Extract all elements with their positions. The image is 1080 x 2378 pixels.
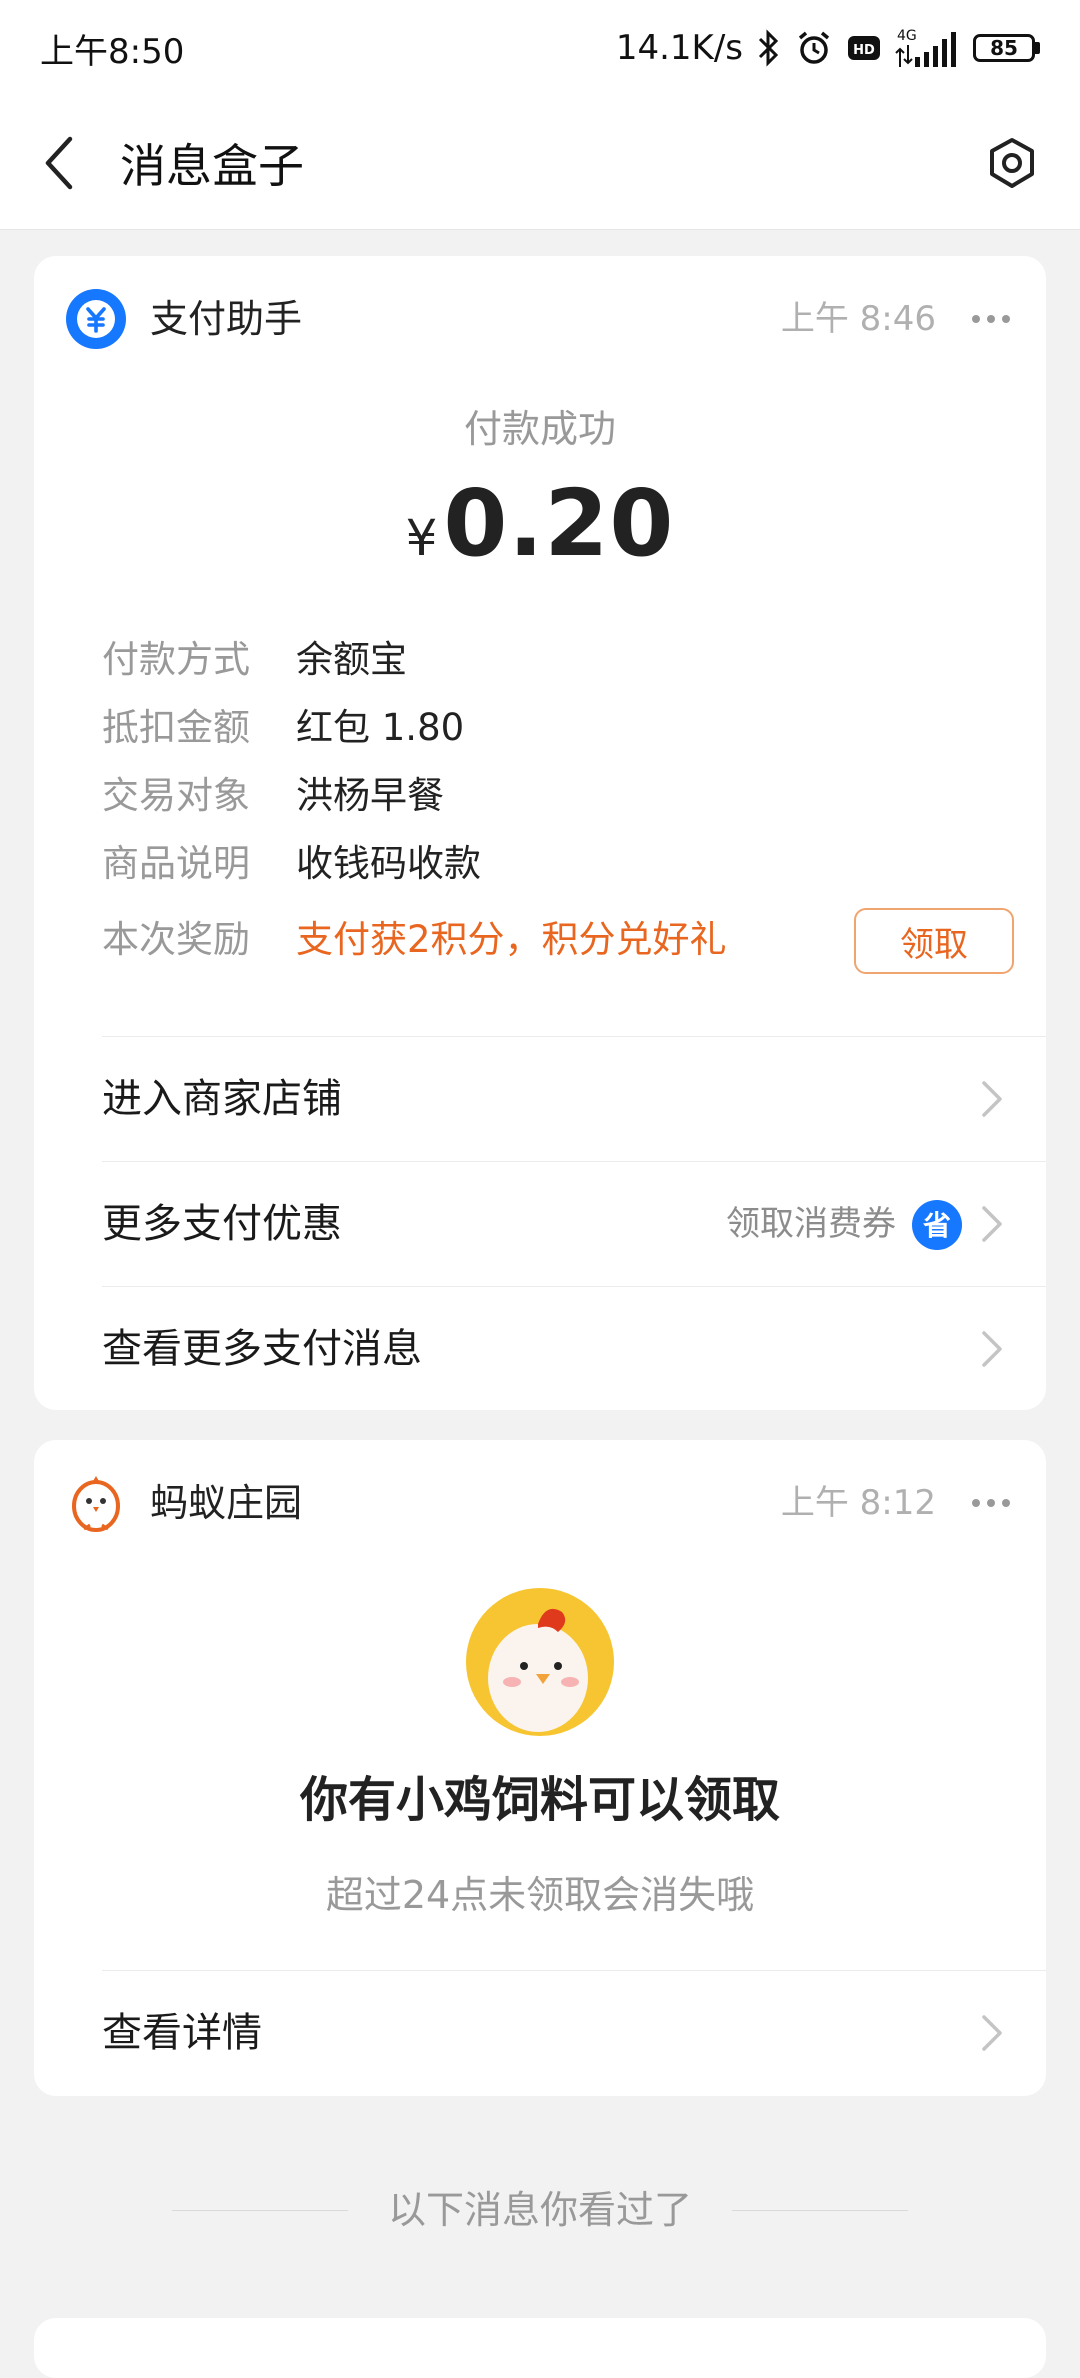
yuan-icon xyxy=(66,289,126,349)
app-name: 蚂蚁庄园 xyxy=(150,1481,303,1525)
more-icon xyxy=(972,1499,1010,1507)
chick-icon xyxy=(72,1476,120,1532)
net-speed: 14.1K/s xyxy=(615,28,743,68)
amount-value: 0.20 xyxy=(443,470,675,577)
message-time: 上午 8:12 xyxy=(780,1483,936,1523)
feed-subtitle: 超过24点未领取会消失哦 xyxy=(325,1873,755,1917)
enter-store-link[interactable]: 进入商家店铺 xyxy=(34,1037,1046,1161)
status-time: 上午8:50 xyxy=(40,31,185,72)
detail-value: 余额宝 xyxy=(296,638,407,681)
detail-value: 收钱码收款 xyxy=(296,842,481,885)
detail-key: 抵扣金额 xyxy=(102,706,250,749)
detail-key: 付款方式 xyxy=(102,638,250,681)
message-time: 上午 8:46 xyxy=(780,299,936,339)
currency-symbol: ¥ xyxy=(405,509,438,567)
detail-value: 洪杨早餐 xyxy=(296,774,444,817)
chevron-right-icon xyxy=(982,2015,1002,2051)
gear-icon xyxy=(990,138,1034,188)
svg-text:4G: 4G xyxy=(897,28,917,44)
settings-button[interactable] xyxy=(978,129,1046,197)
seen-divider-text: 以下消息你看过了 xyxy=(387,2188,692,2232)
more-button[interactable] xyxy=(966,299,1016,339)
detail-row-merchant: 交易对象 洪杨早餐 xyxy=(102,766,444,826)
sheng-coupon-icon: 省 xyxy=(912,1200,962,1250)
payment-message-card: 支付助手 上午 8:46 付款成功 ¥0.20 付款方式 余额宝 抵扣金额 红包 1… xyxy=(34,256,1046,1410)
claim-reward-button[interactable]: 领取 xyxy=(854,908,1014,974)
title-bar: 消息盒子 xyxy=(0,96,1080,230)
chick-avatar-image xyxy=(466,1588,614,1736)
more-button[interactable] xyxy=(966,1483,1016,1523)
more-discounts-link[interactable]: 更多支付优惠 领取消费券 省 xyxy=(34,1162,1046,1286)
battery-level: 85 xyxy=(973,34,1035,62)
reward-text: 支付获2积分，积分兑好礼 xyxy=(296,918,727,961)
back-button[interactable] xyxy=(0,96,120,230)
detail-key: 交易对象 xyxy=(102,774,250,817)
detail-row-deduction: 抵扣金额 红包 1.80 xyxy=(102,698,464,758)
payment-amount: ¥0.20 xyxy=(34,470,1046,577)
link-label: 查看详情 xyxy=(102,2010,262,2056)
hd-icon: HD xyxy=(847,34,881,62)
svg-text:HD: HD xyxy=(853,43,875,58)
payment-status: 付款成功 xyxy=(463,407,616,451)
detail-value: 红包 1.80 xyxy=(296,706,465,749)
status-icons: 14.1K/s HD 4G 85 xyxy=(616,27,1040,69)
chevron-right-icon xyxy=(982,1331,1002,1367)
detail-row-method: 付款方式 余额宝 xyxy=(102,630,407,690)
alarm-icon xyxy=(795,29,833,67)
svg-text:省: 省 xyxy=(923,1209,951,1242)
more-payment-messages-link[interactable]: 查看更多支付消息 xyxy=(34,1287,1046,1411)
card-header: 支付助手 上午 8:46 xyxy=(34,256,1046,382)
view-details-link[interactable]: 查看详情 xyxy=(34,1971,1046,2095)
link-label: 进入商家店铺 xyxy=(102,1076,342,1122)
page-title: 消息盒子 xyxy=(120,138,304,193)
chevron-left-icon xyxy=(45,136,73,189)
detail-key: 商品说明 xyxy=(102,842,250,885)
bluetooth-icon xyxy=(757,29,781,67)
signal-icon: 4G xyxy=(895,27,959,69)
next-message-card xyxy=(34,2318,1046,2378)
farm-message-card: 蚂蚁庄园 上午 8:12 你有小鸡饲料可以领取 超过24点未领取会消失哦 查看详… xyxy=(34,1440,1046,2096)
chevron-right-icon xyxy=(982,1081,1002,1117)
link-label: 更多支付优惠 xyxy=(102,1201,342,1247)
more-icon xyxy=(972,315,1010,323)
status-bar: 上午8:50 14.1K/s HD 4G 85 xyxy=(0,0,1080,96)
link-label: 查看更多支付消息 xyxy=(102,1326,422,1372)
card-header: 蚂蚁庄园 上午 8:12 xyxy=(34,1440,1046,1566)
app-name: 支付助手 xyxy=(150,297,303,341)
coupon-hint: 领取消费券 xyxy=(726,1204,896,1244)
battery-icon: 85 xyxy=(973,34,1040,62)
detail-row-reward: 本次奖励 支付获2积分，积分兑好礼 xyxy=(102,910,727,970)
detail-row-description: 商品说明 收钱码收款 xyxy=(102,834,481,894)
feed-title: 你有小鸡饲料可以领取 xyxy=(299,1772,780,1828)
detail-key: 本次奖励 xyxy=(102,918,250,961)
chevron-right-icon xyxy=(982,1206,1002,1242)
seen-messages-divider: 以下消息你看过了 xyxy=(0,2180,1080,2240)
